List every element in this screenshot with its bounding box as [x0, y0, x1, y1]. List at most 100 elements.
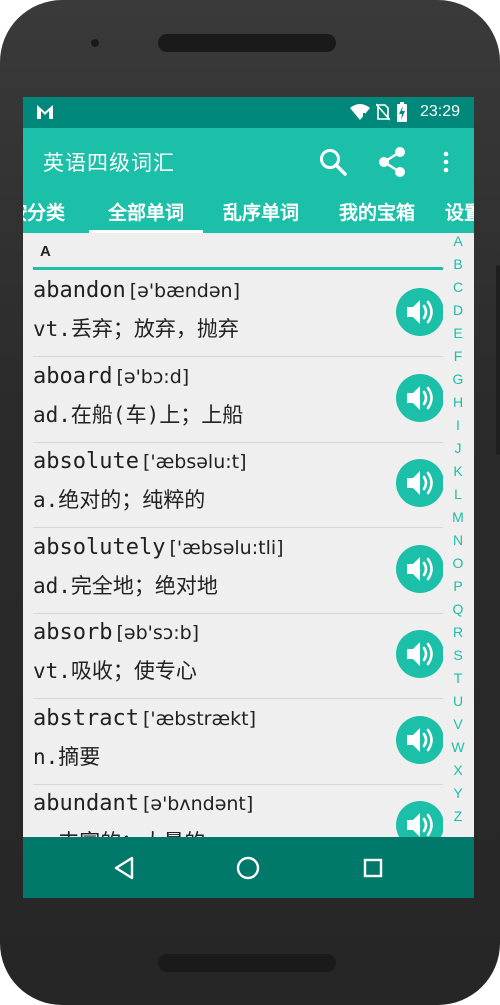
gmail-icon [37, 105, 53, 119]
bottom-speaker [158, 954, 336, 972]
status-bar: 23:29 [23, 97, 474, 128]
section-header: A [23, 233, 443, 271]
index-letter-n[interactable]: N [446, 532, 470, 548]
index-letter-w[interactable]: W [446, 739, 470, 755]
side-button [496, 265, 500, 455]
index-letter-j[interactable]: J [446, 440, 470, 456]
phonetic: ['æbsəlu:tli] [169, 537, 284, 559]
section-letter: A [40, 243, 51, 260]
share-button[interactable] [374, 144, 410, 180]
tab-bar: 按分类 全部单词 乱序单词 我的宝箱 设置 [23, 197, 474, 233]
phonetic: [ə'bʌndənt] [142, 793, 254, 815]
list-item[interactable]: absolutely ['æbsəlu:tli] ad.完全地；绝对地 [23, 528, 443, 614]
more-vert-icon [443, 151, 449, 173]
front-camera [89, 37, 101, 49]
speak-button[interactable] [396, 459, 443, 507]
index-letter-l[interactable]: L [446, 486, 470, 502]
index-letter-a[interactable]: A [446, 233, 470, 249]
no-sim-icon [375, 103, 390, 121]
speak-button[interactable] [396, 288, 443, 336]
recents-icon [363, 858, 383, 878]
speaker-icon [407, 557, 433, 581]
index-letter-y[interactable]: Y [446, 785, 470, 801]
home-icon [236, 856, 260, 880]
word-list: abandon [ə'bændən] vt.丢弃；放弃，抛弃 aboard [ə'b… [23, 271, 443, 851]
speaker-icon [407, 728, 433, 752]
app-bar: 英语四级词汇 [23, 128, 474, 197]
status-time: 23:29 [419, 103, 460, 120]
tab-all-words[interactable]: 全部单词 [89, 197, 203, 233]
tab-settings[interactable]: 设置 [437, 197, 474, 233]
index-letter-f[interactable]: F [446, 348, 470, 364]
phone-frame: 23:29 英语四级词汇 分类 全部单词 乱序单词 我的宝箱 设置 A aban… [0, 0, 500, 1005]
app-title: 英语四级词汇 [43, 151, 175, 175]
speaker-icon [407, 813, 433, 837]
home-button[interactable] [231, 851, 265, 885]
tab-shuffled-words[interactable]: 乱序单词 [204, 197, 318, 233]
search-icon [320, 149, 347, 176]
back-button[interactable] [107, 851, 141, 885]
phonetic: [əb'sɔ:b] [116, 622, 200, 644]
index-letter-e[interactable]: E [446, 325, 470, 341]
tab-my-treasure[interactable]: 我的宝箱 [320, 197, 434, 233]
index-letter-o[interactable]: O [446, 555, 470, 571]
index-letter-s[interactable]: S [446, 647, 470, 663]
search-button[interactable] [315, 144, 351, 180]
index-letter-d[interactable]: D [446, 302, 470, 318]
index-letter-v[interactable]: V [446, 716, 470, 732]
index-letter-r[interactable]: R [446, 624, 470, 640]
index-letter-g[interactable]: G [446, 371, 470, 387]
index-letter-k[interactable]: K [446, 463, 470, 479]
meaning: vt.丢弃；放弃，抛弃 [33, 317, 239, 341]
alphabet-index: A B C D E F G H I J K L M N O P Q R S T … [446, 233, 470, 833]
index-letter-q[interactable]: Q [446, 601, 470, 617]
phonetic: ['æbstrækt] [142, 708, 257, 730]
word: absorb [33, 620, 113, 645]
word: abandon [33, 278, 126, 303]
list-item[interactable]: absorb [əb'sɔ:b] vt.吸收；使专心 [23, 613, 443, 699]
phonetic: ['æbsəlu:t] [142, 451, 247, 473]
meaning: ad.在船(车)上；上船 [33, 403, 244, 427]
speaker-icon [407, 386, 433, 410]
index-letter-z[interactable]: Z [446, 808, 470, 824]
index-letter-p[interactable]: P [446, 578, 470, 594]
speak-button[interactable] [396, 630, 443, 678]
index-letter-c[interactable]: C [446, 279, 470, 295]
back-icon [114, 856, 134, 880]
word: absolute [33, 449, 139, 474]
section-divider [33, 267, 443, 270]
speak-button[interactable] [396, 716, 443, 764]
list-item[interactable]: aboard [ə'bɔ:d] ad.在船(车)上；上船 [23, 357, 443, 443]
wifi-icon [349, 104, 370, 120]
index-letter-t[interactable]: T [446, 670, 470, 686]
word: abstract [33, 706, 139, 731]
recents-button[interactable] [356, 851, 390, 885]
list-item[interactable]: absolute ['æbsəlu:t] a.绝对的；纯粹的 [23, 442, 443, 528]
top-speaker [158, 34, 336, 52]
meaning: vt.吸收；使专心 [33, 659, 197, 683]
index-letter-m[interactable]: M [446, 509, 470, 525]
phonetic: [ə'bændən] [129, 280, 241, 302]
speak-button[interactable] [396, 374, 443, 422]
word: aboard [33, 364, 113, 389]
index-letter-x[interactable]: X [446, 762, 470, 778]
meaning: ad.完全地；绝对地 [33, 574, 218, 598]
speaker-icon [407, 471, 433, 495]
word: absolutely [33, 535, 166, 560]
tab-category[interactable]: 按分类 [23, 197, 84, 233]
navigation-bar [23, 837, 474, 898]
index-letter-h[interactable]: H [446, 394, 470, 410]
more-button[interactable] [428, 144, 464, 180]
index-letter-b[interactable]: B [446, 256, 470, 272]
index-letter-i[interactable]: I [446, 417, 470, 433]
phonetic: [ə'bɔ:d] [116, 366, 190, 388]
screen: 23:29 英语四级词汇 分类 全部单词 乱序单词 我的宝箱 设置 A aban… [23, 97, 474, 898]
speak-button[interactable] [396, 545, 443, 593]
speaker-icon [407, 642, 433, 666]
list-item[interactable]: abstract ['æbstrækt] n.摘要 [23, 699, 443, 785]
speaker-icon [407, 300, 433, 324]
index-letter-u[interactable]: U [446, 693, 470, 709]
share-icon [379, 147, 405, 177]
meaning: a.绝对的；纯粹的 [33, 488, 206, 512]
list-item[interactable]: abandon [ə'bændən] vt.丢弃；放弃，抛弃 [23, 271, 443, 357]
